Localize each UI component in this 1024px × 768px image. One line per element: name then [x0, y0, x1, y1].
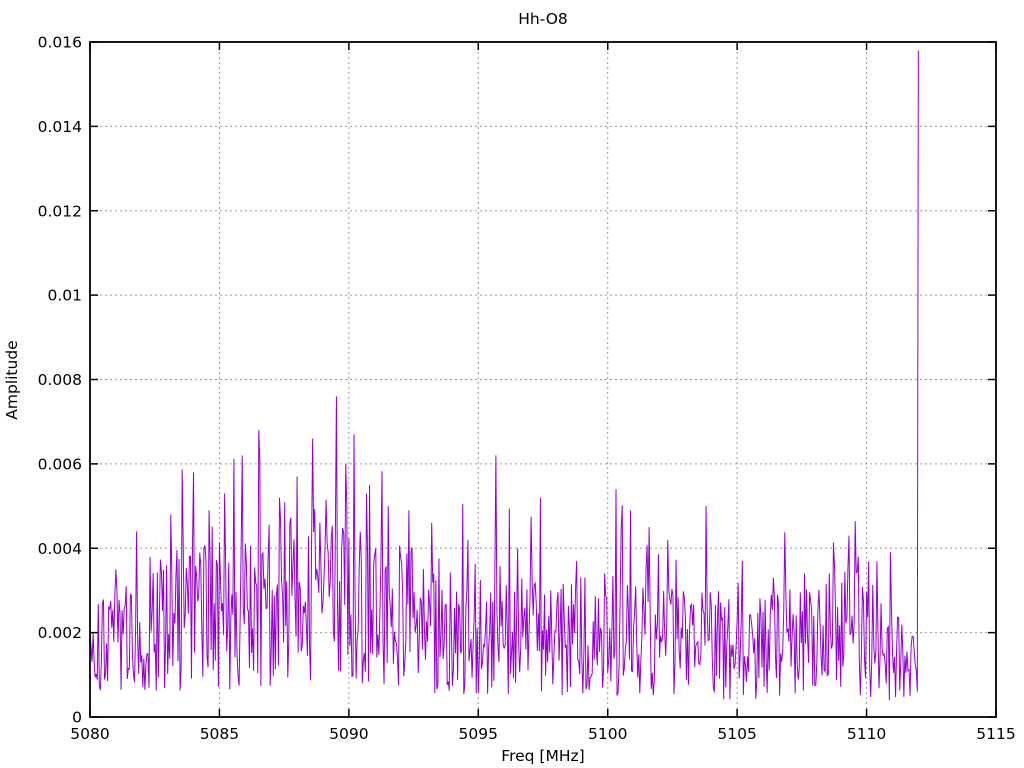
chart-canvas: 5080 5085 5090 5095 5100 5105 5110 5115 0 0.002 0.… [3, 10, 1016, 765]
chart-title: Hh-O8 [518, 10, 568, 28]
x-tick-label: 5115 [976, 725, 1015, 743]
x-tick-label: 5100 [588, 725, 627, 743]
x-axis-label: Freq [MHz] [501, 747, 584, 765]
y-tick-label: 0.01 [47, 287, 82, 305]
y-tick-label: 0.004 [38, 540, 82, 558]
y-tick-label: 0.006 [38, 455, 82, 473]
y-axis-label: Amplitude [3, 340, 21, 419]
y-tick-label: 0 [72, 709, 82, 727]
x-tick-label: 5080 [70, 725, 109, 743]
y-tick-label: 0.008 [38, 371, 82, 389]
chart-container: 5080 5085 5090 5095 5100 5105 5110 5115 0 0.002 0.… [0, 0, 1024, 768]
x-tick-label: 5090 [329, 725, 368, 743]
x-tick-label: 5110 [847, 725, 886, 743]
x-tick-label: 5095 [459, 725, 498, 743]
y-tick-label: 0.014 [38, 118, 82, 136]
x-tick-label: 5085 [200, 725, 239, 743]
y-tick-label: 0.012 [38, 202, 82, 220]
x-tick-label: 5105 [717, 725, 756, 743]
spectrum-line [89, 50, 919, 701]
spectrum-series [89, 50, 919, 701]
y-tick-label: 0.002 [38, 624, 82, 642]
y-tick-label: 0.016 [38, 34, 82, 52]
